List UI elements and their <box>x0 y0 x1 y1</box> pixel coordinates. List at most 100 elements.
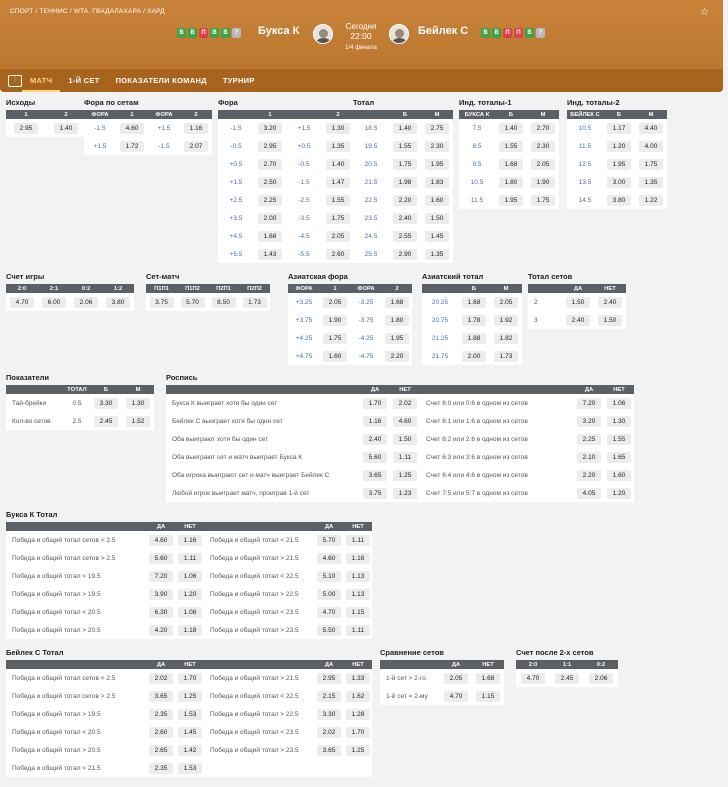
odds-button[interactable]: 1.20 <box>603 137 635 155</box>
odds-button[interactable]: 1.73 <box>490 347 522 365</box>
odds-button[interactable]: 1.08 <box>176 603 204 621</box>
odds-button[interactable]: 2.50 <box>254 173 286 191</box>
odds-button[interactable]: 4.70 <box>440 687 472 705</box>
odds-button[interactable]: 2.65 <box>146 741 176 759</box>
odds-button[interactable]: 3.30 <box>90 394 122 412</box>
odds-button[interactable]: 1.88 <box>458 329 490 347</box>
odds-button[interactable]: 1.11 <box>390 448 420 466</box>
odds-button[interactable]: 1.72 <box>116 137 148 155</box>
odds-button[interactable]: 1.40 <box>46 119 86 137</box>
odds-button[interactable]: 2.60 <box>322 245 354 263</box>
odds-button[interactable]: 7.20 <box>574 394 604 412</box>
odds-button[interactable]: 2.06 <box>70 293 102 311</box>
odds-button[interactable]: 1.92 <box>490 311 522 329</box>
odds-button[interactable]: 1.55 <box>322 191 354 209</box>
tab-first-set[interactable]: 1-Й СЕТ <box>60 69 107 92</box>
odds-button[interactable]: 3.75 <box>146 293 177 311</box>
odds-button[interactable]: 3.65 <box>314 741 344 759</box>
tab-team-stats[interactable]: ПОКАЗАТЕЛИ КОМАНД <box>108 69 215 92</box>
odds-button[interactable]: 1.16 <box>360 412 390 430</box>
odds-button[interactable]: 1.98 <box>389 173 421 191</box>
odds-button[interactable]: 2.20 <box>382 347 412 365</box>
odds-button[interactable]: 1.75 <box>389 155 421 173</box>
odds-button[interactable]: 2.05 <box>322 227 354 245</box>
odds-button[interactable]: 3.75 <box>360 484 390 502</box>
odds-button[interactable]: 2.95 <box>314 669 344 687</box>
odds-button[interactable]: 2.02 <box>390 394 420 412</box>
odds-button[interactable]: 1.15 <box>472 687 504 705</box>
odds-button[interactable]: 2.06 <box>584 669 618 687</box>
odds-button[interactable]: 1.35 <box>635 173 667 191</box>
odds-button[interactable]: 4.40 <box>635 119 667 137</box>
away-team-name[interactable]: Бейлек С <box>418 25 468 37</box>
odds-button[interactable]: 1.83 <box>421 173 453 191</box>
odds-button[interactable]: 1.95 <box>382 329 412 347</box>
odds-button[interactable]: 1.90 <box>527 173 559 191</box>
odds-button[interactable]: 1.13 <box>344 567 372 585</box>
odds-button[interactable]: 1.70 <box>176 669 204 687</box>
odds-button[interactable]: 1.16 <box>176 531 204 549</box>
odds-button[interactable]: 1.78 <box>458 311 490 329</box>
odds-button[interactable]: 1.75 <box>322 209 354 227</box>
odds-button[interactable] <box>344 759 372 777</box>
odds-button[interactable]: 1.53 <box>176 759 204 777</box>
odds-button[interactable]: 4.00 <box>635 137 667 155</box>
odds-button[interactable]: 1.95 <box>495 191 527 209</box>
odds-button[interactable]: 1.25 <box>176 687 204 705</box>
odds-button[interactable]: 1.43 <box>254 245 286 263</box>
odds-button[interactable]: 1.70 <box>360 394 390 412</box>
odds-button[interactable]: 2.02 <box>314 723 344 741</box>
odds-button[interactable]: 2.45 <box>550 669 584 687</box>
odds-button[interactable]: 5.10 <box>314 567 344 585</box>
odds-button[interactable]: 1.40 <box>322 155 354 173</box>
odds-button[interactable]: 1.40 <box>495 119 527 137</box>
odds-button[interactable]: 1.50 <box>562 293 594 311</box>
odds-button[interactable]: 1.30 <box>604 412 634 430</box>
odds-button[interactable]: 1.95 <box>421 155 453 173</box>
odds-button[interactable]: 3.80 <box>102 293 134 311</box>
odds-button[interactable]: 1.25 <box>390 466 420 484</box>
odds-button[interactable]: 1.11 <box>176 549 204 567</box>
odds-button[interactable]: 1.68 <box>254 227 286 245</box>
odds-button[interactable]: 4.05 <box>574 484 604 502</box>
odds-button[interactable]: 1.75 <box>527 191 559 209</box>
odds-button[interactable]: 2.05 <box>527 155 559 173</box>
odds-button[interactable]: 2.02 <box>146 669 176 687</box>
odds-button[interactable]: 1.45 <box>176 723 204 741</box>
odds-button[interactable]: 1.11 <box>344 531 372 549</box>
odds-button[interactable]: 2.00 <box>458 347 490 365</box>
odds-button[interactable]: 3.80 <box>603 191 635 209</box>
odds-button[interactable]: 3.20 <box>574 412 604 430</box>
odds-button[interactable]: 2.90 <box>389 245 421 263</box>
odds-button[interactable]: 1.52 <box>122 412 154 430</box>
odds-button[interactable]: 5.60 <box>146 549 176 567</box>
odds-button[interactable]: 1.22 <box>635 191 667 209</box>
odds-button[interactable]: 1.47 <box>322 173 354 191</box>
odds-button[interactable]: 1.16 <box>344 549 372 567</box>
odds-button[interactable]: 1.40 <box>389 119 421 137</box>
odds-button[interactable]: 2.25 <box>254 191 286 209</box>
odds-button[interactable]: 5.00 <box>314 585 344 603</box>
odds-button[interactable]: 1.68 <box>382 293 412 311</box>
odds-button[interactable]: 1.45 <box>421 227 453 245</box>
odds-button[interactable]: 1.68 <box>472 669 504 687</box>
tab-match[interactable]: МАТЧ <box>22 69 61 92</box>
odds-button[interactable]: 1.60 <box>421 191 453 209</box>
odds-button[interactable]: 1.73 <box>239 293 270 311</box>
odds-button[interactable]: 3.30 <box>314 705 344 723</box>
odds-button[interactable]: 2.70 <box>254 155 286 173</box>
odds-button[interactable]: 1.50 <box>594 311 626 329</box>
odds-button[interactable]: 1.55 <box>495 137 527 155</box>
odds-button[interactable]: 1.68 <box>458 293 490 311</box>
odds-button[interactable]: 6.30 <box>146 603 176 621</box>
odds-button[interactable]: 1.82 <box>490 329 522 347</box>
odds-button[interactable]: 1.42 <box>176 741 204 759</box>
odds-button[interactable]: 1.50 <box>421 209 453 227</box>
odds-button[interactable]: 1.18 <box>176 621 204 639</box>
odds-button[interactable]: 7.20 <box>146 567 176 585</box>
odds-button[interactable]: 1.25 <box>344 741 372 759</box>
odds-button[interactable]: 1.33 <box>344 669 372 687</box>
odds-button[interactable]: 5.70 <box>314 531 344 549</box>
odds-button[interactable]: 1.62 <box>344 687 372 705</box>
odds-button[interactable]: 3.20 <box>254 119 286 137</box>
